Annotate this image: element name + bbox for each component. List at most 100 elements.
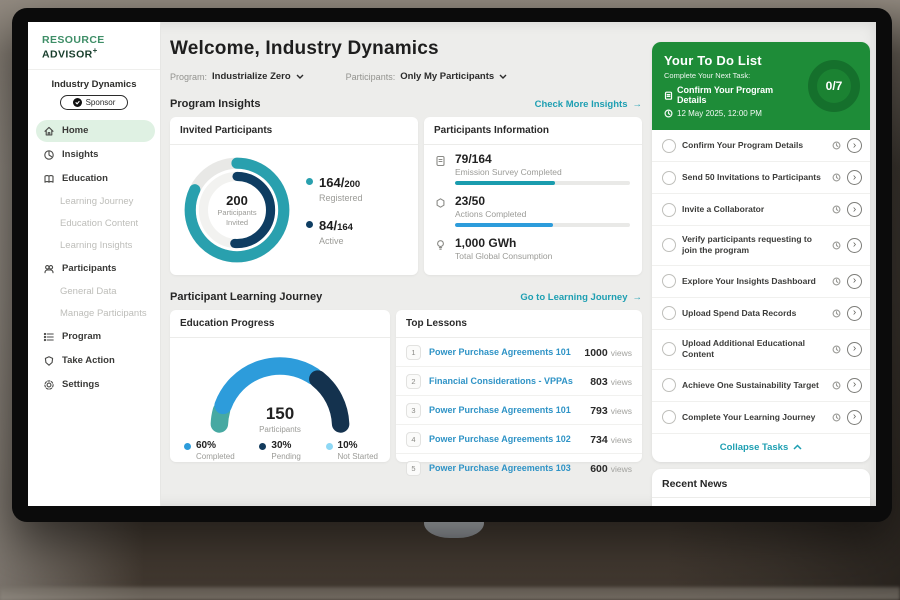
todo-item[interactable]: Send 50 Invitations to Participants › (652, 162, 870, 194)
todo-item[interactable]: Verify participants requesting to join t… (652, 226, 870, 266)
legend-dot (259, 443, 266, 450)
lesson-link[interactable]: Power Purchase Agreements 101 (429, 405, 582, 415)
lesson-views: 793 (590, 405, 608, 417)
right-column: Your To Do List Complete Your Next Task:… (648, 22, 876, 506)
sidebar-item-label: Participants (62, 263, 116, 274)
legend-label: Registered (319, 193, 363, 203)
lesson-link[interactable]: Power Purchase Agreements 102 (429, 434, 582, 444)
sidebar-item-manage-participants[interactable]: Manage Participants (36, 304, 155, 324)
views-suffix: views (611, 435, 632, 445)
clock-icon (832, 173, 841, 182)
sidebar-item-take-action[interactable]: Take Action (36, 350, 155, 372)
checkbox[interactable] (662, 203, 676, 217)
checkbox[interactable] (662, 306, 676, 320)
legend-dot (306, 221, 313, 228)
lesson-row: 5 Power Purchase Agreements 103 600views (396, 454, 642, 482)
sidebar-item-learning-insights[interactable]: Learning Insights (36, 236, 155, 256)
chevron-right-icon[interactable]: › (847, 342, 862, 357)
chevron-right-icon[interactable]: › (847, 202, 862, 217)
card-title: Top Lessons (396, 310, 642, 338)
sidebar-item-participants[interactable]: Participants (36, 258, 155, 280)
link-label: Check More Insights (535, 99, 628, 110)
clock-icon (832, 277, 841, 286)
program-label: Program: (170, 72, 207, 82)
filters-row: Program: Industrialize Zero Participants… (170, 71, 642, 82)
sidebar-item-general-data[interactable]: General Data (36, 282, 155, 302)
go-to-learning-journey-link[interactable]: Go to Learning Journey → (520, 292, 642, 303)
clipboard-icon (664, 91, 673, 100)
lesson-rank: 5 (406, 461, 421, 476)
chevron-right-icon[interactable]: › (847, 170, 862, 185)
sidebar-item-insights[interactable]: Insights (36, 144, 155, 166)
checkbox[interactable] (662, 410, 676, 424)
todo-item[interactable]: Achieve One Sustainability Target › (652, 370, 870, 402)
logo-plus: + (93, 46, 98, 55)
lesson-row: 4 Power Purchase Agreements 102 734views (396, 425, 642, 454)
participants-icon (43, 263, 55, 275)
sidebar-item-education-content[interactable]: Education Content (36, 214, 155, 234)
todo-item[interactable]: Invite a Collaborator › (652, 194, 870, 226)
checkbox[interactable] (662, 378, 676, 392)
sidebar-item-education[interactable]: Education (36, 168, 155, 190)
sidebar-item-settings[interactable]: Settings (36, 374, 155, 396)
program-dropdown[interactable]: Program: Industrialize Zero (170, 71, 304, 82)
clock-icon (832, 205, 841, 214)
sidebar-item-home[interactable]: Home (36, 120, 155, 142)
clock-icon (832, 141, 841, 150)
checkbox[interactable] (662, 238, 676, 252)
sidebar-item-label: Education Content (60, 218, 138, 229)
lesson-views: 803 (590, 376, 608, 388)
card-title: Education Progress (170, 310, 390, 338)
education-icon (43, 173, 55, 185)
checkbox[interactable] (662, 171, 676, 185)
todo-title: Your To Do List (664, 53, 802, 68)
participants-dropdown[interactable]: Participants: Only My Participants (346, 71, 508, 82)
legend-pending: 30% Pending (259, 440, 300, 461)
lesson-link[interactable]: Financial Considerations - VPPAs (429, 376, 582, 386)
gauge-center: 150 Participants (190, 404, 370, 434)
lesson-link[interactable]: Power Purchase Agreements 101 (429, 347, 576, 357)
chevron-right-icon[interactable]: › (847, 378, 862, 393)
learning-cards-row: Education Progress 150 Participants 60% … (170, 310, 642, 462)
todo-item-label: Verify participants requesting to join t… (682, 234, 826, 257)
recent-news-title: Recent News (652, 469, 870, 498)
todo-item[interactable]: Explore Your Insights Dashboard › (652, 266, 870, 298)
sponsor-badge-label: Sponsor (86, 98, 116, 107)
check-more-insights-link[interactable]: Check More Insights → (535, 99, 642, 110)
todo-due-date: 12 May 2025, 12:00 PM (664, 109, 802, 118)
sidebar-item-label: Take Action (62, 355, 115, 366)
todo-item-label: Achieve One Sustainability Target (682, 380, 826, 391)
chevron-right-icon[interactable]: › (847, 306, 862, 321)
chevron-right-icon[interactable]: › (847, 274, 862, 289)
education-progress-card: Education Progress 150 Participants 60% … (170, 310, 390, 462)
todo-item[interactable]: Complete Your Learning Journey › (652, 402, 870, 434)
participants-value: Only My Participants (400, 71, 494, 82)
participants-label: Participants: (346, 72, 396, 82)
link-label: Go to Learning Journey (520, 292, 627, 303)
checkbox[interactable] (662, 139, 676, 153)
legend-value: 10% (338, 440, 378, 451)
settings-icon (43, 379, 55, 391)
gauge-legend: 60% Completed 30% Pending (170, 434, 390, 461)
todo-item[interactable]: Upload Additional Educational Content › (652, 330, 870, 370)
chevron-right-icon[interactable]: › (847, 238, 862, 253)
program-insights-header: Program Insights Check More Insights → (170, 98, 642, 110)
card-title: Invited Participants (170, 117, 418, 145)
stat-emission-survey: 79/164 Emission Survey Completed (434, 152, 630, 185)
sidebar-item-learning-journey[interactable]: Learning Journey (36, 192, 155, 212)
todo-item[interactable]: Upload Spend Data Records › (652, 298, 870, 330)
checkbox[interactable] (662, 274, 676, 288)
invited-center-label: Invited (226, 218, 248, 227)
views-suffix: views (611, 406, 632, 416)
collapse-tasks-link[interactable]: Collapse Tasks (652, 434, 870, 462)
legend-label: Not Started (338, 452, 378, 461)
legend-label: Pending (271, 452, 300, 461)
todo-item[interactable]: Confirm Your Program Details › (652, 130, 870, 162)
chevron-right-icon[interactable]: › (847, 410, 862, 425)
sidebar-item-label: Program (62, 331, 101, 342)
sidebar-item-program[interactable]: Program (36, 326, 155, 348)
checkbox[interactable] (662, 342, 676, 356)
lesson-link[interactable]: Power Purchase Agreements 103 (429, 463, 582, 473)
chevron-right-icon[interactable]: › (847, 138, 862, 153)
stat-global-consumption: 1,000 GWh Total Global Consumption (434, 236, 630, 261)
